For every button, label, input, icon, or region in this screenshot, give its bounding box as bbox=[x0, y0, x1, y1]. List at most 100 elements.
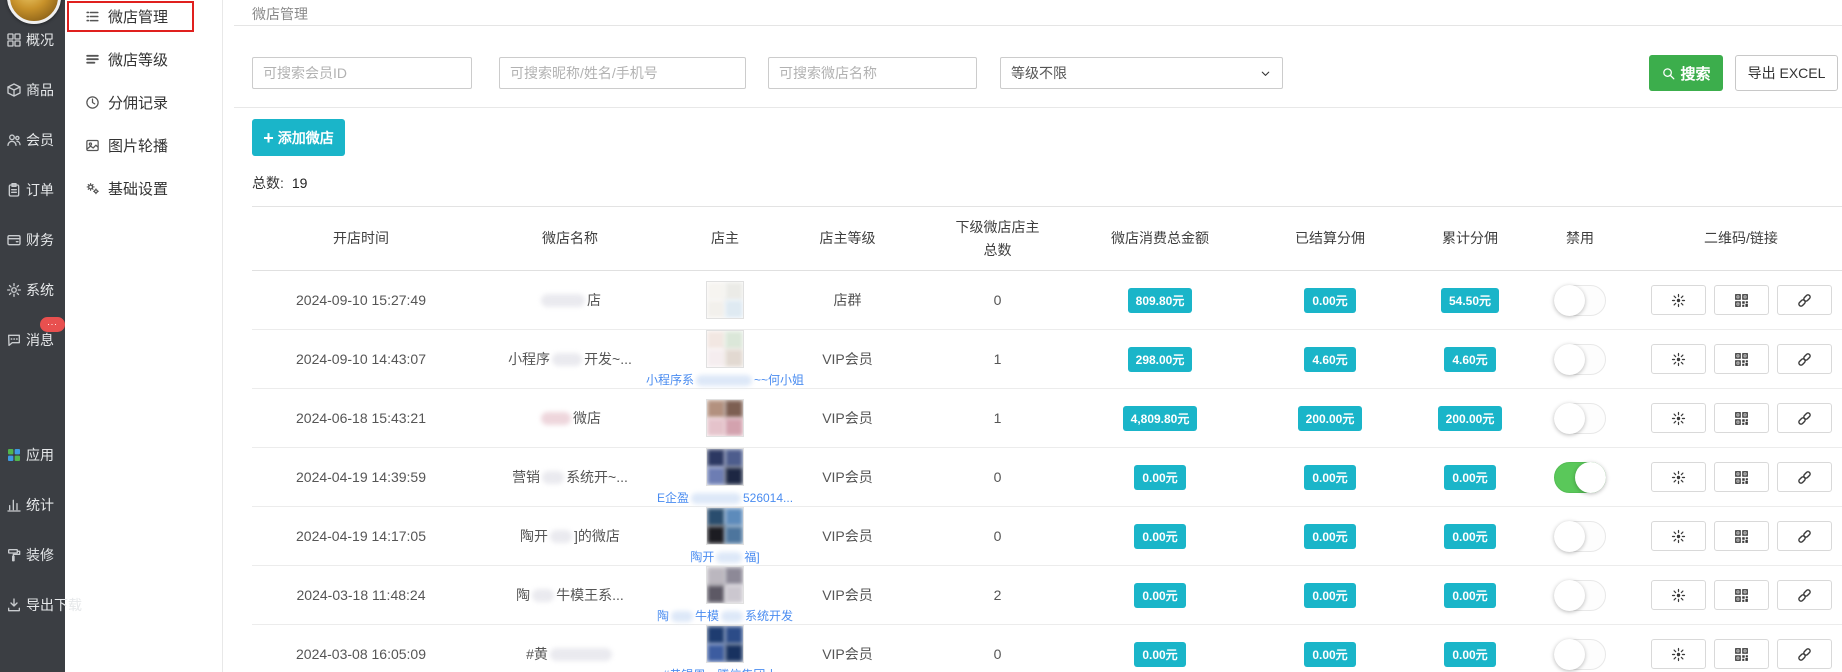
disable-toggle[interactable] bbox=[1554, 462, 1606, 493]
link-button[interactable] bbox=[1777, 403, 1832, 433]
sidebar-item-finance[interactable]: 财务 bbox=[0, 215, 65, 265]
sidebar-item-stats[interactable]: 统计 bbox=[0, 480, 65, 530]
menu-item-basic-settings[interactable]: 基础设置 bbox=[65, 167, 222, 210]
shop-management-icon bbox=[85, 9, 100, 24]
sidebar-item-decorate[interactable]: 装修 bbox=[0, 530, 65, 580]
sidebar-item-goods[interactable]: 商品 bbox=[0, 65, 65, 115]
menu-item-commission-records[interactable]: 分佣记录 bbox=[65, 81, 222, 124]
filters-divider bbox=[234, 107, 1842, 108]
export-excel-button[interactable]: 导出 EXCEL bbox=[1735, 55, 1838, 91]
amount-badge: 0.00元 bbox=[1444, 465, 1495, 490]
link-button[interactable] bbox=[1777, 580, 1832, 610]
owner-link[interactable]: 陶牛模系统开发 bbox=[657, 607, 793, 624]
link-button[interactable] bbox=[1777, 639, 1832, 669]
cell-qrcode-link bbox=[1640, 403, 1842, 433]
qrcode-button[interactable] bbox=[1714, 403, 1769, 433]
mini-program-code-button[interactable] bbox=[1651, 639, 1706, 669]
image-carousel-icon bbox=[85, 138, 100, 153]
cell-settled: 4.60元 bbox=[1240, 347, 1420, 372]
qrcode-button[interactable] bbox=[1714, 639, 1769, 669]
mini-program-code-button[interactable] bbox=[1651, 344, 1706, 374]
add-shop-button[interactable]: + 添加微店 bbox=[252, 119, 345, 156]
cell-accumulated: 200.00元 bbox=[1420, 406, 1520, 431]
secondary-sidebar: 微店管理微店等级分佣记录图片轮播基础设置 bbox=[65, 0, 223, 672]
censored-blur bbox=[550, 648, 612, 661]
cell-qrcode-link bbox=[1640, 580, 1842, 610]
nickname-input[interactable] bbox=[499, 57, 746, 89]
search-button[interactable]: 搜索 bbox=[1649, 55, 1723, 91]
cell-owner: 陶牛模系统开发 bbox=[670, 566, 780, 624]
censored-blur bbox=[671, 611, 693, 622]
qrcode-icon bbox=[1733, 351, 1750, 368]
cell-disabled bbox=[1520, 403, 1640, 434]
column-header: 开店时间 bbox=[252, 227, 470, 249]
censored-blur bbox=[721, 611, 743, 622]
disable-toggle[interactable] bbox=[1554, 521, 1606, 552]
sidebar-item-overview[interactable]: 概况 bbox=[0, 15, 65, 65]
link-button[interactable] bbox=[1777, 285, 1832, 315]
level-select[interactable]: 等级不限 bbox=[1000, 57, 1283, 89]
sidebar-item-members[interactable]: 会员 bbox=[0, 115, 65, 165]
mini-program-code-button[interactable] bbox=[1651, 521, 1706, 551]
cell-disabled bbox=[1520, 344, 1640, 375]
toggle-knob bbox=[1554, 344, 1585, 375]
link-button[interactable] bbox=[1777, 344, 1832, 374]
cell-sub-count: 0 bbox=[915, 292, 1080, 308]
shop-levels-icon bbox=[85, 52, 100, 67]
link-icon bbox=[1796, 469, 1813, 486]
link-button[interactable] bbox=[1777, 521, 1832, 551]
toggle-knob bbox=[1575, 462, 1606, 493]
censored-blur bbox=[541, 294, 585, 307]
sidebar-item-export-download[interactable]: 导出下载 bbox=[0, 580, 65, 630]
mini-program-code-button[interactable] bbox=[1651, 403, 1706, 433]
owner-link[interactable]: E企盈526014... bbox=[657, 489, 793, 506]
mini-program-code-button[interactable] bbox=[1651, 462, 1706, 492]
menu-item-image-carousel[interactable]: 图片轮播 bbox=[65, 124, 222, 167]
qrcode-icon bbox=[1733, 292, 1750, 309]
owner-avatar bbox=[706, 330, 744, 368]
link-icon bbox=[1796, 528, 1813, 545]
member-id-input[interactable] bbox=[252, 57, 472, 89]
cell-shop-name: 陶牛模王系... bbox=[470, 585, 670, 605]
censored-blur bbox=[532, 589, 554, 602]
qrcode-button[interactable] bbox=[1714, 521, 1769, 551]
menu-item-shop-levels[interactable]: 微店等级 bbox=[65, 38, 222, 81]
qrcode-button[interactable] bbox=[1714, 344, 1769, 374]
cell-total-consume: 0.00元 bbox=[1080, 642, 1240, 667]
sidebar-item-apps[interactable]: 应用 bbox=[0, 430, 65, 480]
disable-toggle[interactable] bbox=[1554, 403, 1606, 434]
disable-toggle[interactable] bbox=[1554, 639, 1606, 670]
disable-toggle[interactable] bbox=[1554, 344, 1606, 375]
owner-link[interactable]: 陶开福] bbox=[690, 548, 759, 565]
menu-item-shop-management[interactable]: 微店管理 bbox=[65, 0, 222, 38]
mini-program-code-button[interactable] bbox=[1651, 580, 1706, 610]
sidebar-item-system[interactable]: 系统 bbox=[0, 265, 65, 315]
sidebar-item-orders[interactable]: 订单 bbox=[0, 165, 65, 215]
column-header: 店主 bbox=[670, 227, 780, 249]
secondary-nav: 微店管理微店等级分佣记录图片轮播基础设置 bbox=[65, 0, 222, 210]
qrcode-button[interactable] bbox=[1714, 580, 1769, 610]
disable-toggle[interactable] bbox=[1554, 580, 1606, 611]
owner-avatar bbox=[706, 448, 744, 486]
cell-open-time: 2024-06-18 15:43:21 bbox=[252, 410, 470, 426]
qrcode-button[interactable] bbox=[1714, 285, 1769, 315]
qrcode-button[interactable] bbox=[1714, 462, 1769, 492]
amount-badge: 0.00元 bbox=[1304, 465, 1355, 490]
censored-blur bbox=[716, 552, 742, 563]
cell-sub-count: 1 bbox=[915, 410, 1080, 426]
owner-link[interactable]: #黄锡周～腾信集团小... bbox=[663, 666, 788, 672]
amount-badge: 298.00元 bbox=[1128, 347, 1193, 372]
sidebar-item-messages[interactable]: 消息... bbox=[0, 315, 65, 365]
app-root: 概况商品会员订单财务系统消息... 应用统计装修导出下载 微店管理微店等级分佣记… bbox=[0, 0, 1842, 672]
amount-badge: 54.50元 bbox=[1441, 288, 1499, 313]
cell-accumulated: 0.00元 bbox=[1420, 524, 1520, 549]
link-button[interactable] bbox=[1777, 462, 1832, 492]
shop-name-input[interactable] bbox=[768, 57, 977, 89]
owner-link[interactable]: 小程序系~~何小姐 bbox=[646, 371, 804, 388]
amount-badge: 0.00元 bbox=[1304, 288, 1355, 313]
amount-badge: 0.00元 bbox=[1134, 583, 1185, 608]
cell-sub-count: 0 bbox=[915, 469, 1080, 485]
owner-avatar bbox=[706, 399, 744, 437]
disable-toggle[interactable] bbox=[1554, 285, 1606, 316]
mini-program-code-button[interactable] bbox=[1651, 285, 1706, 315]
